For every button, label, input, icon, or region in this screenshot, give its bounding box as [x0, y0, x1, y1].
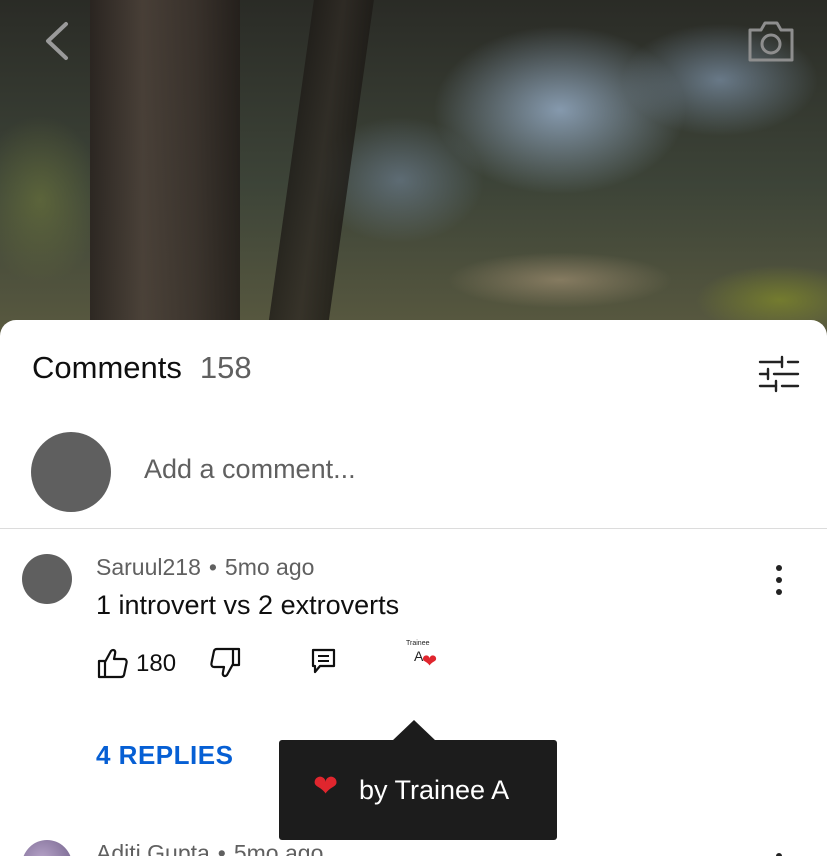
- creator-heart-badge[interactable]: Trainee A ❤: [404, 640, 448, 680]
- current-user-avatar: [31, 432, 111, 512]
- more-vertical-icon: [776, 565, 782, 595]
- comments-count: 158: [199, 350, 252, 385]
- comment-author-avatar[interactable]: [22, 840, 72, 856]
- add-comment-input[interactable]: Add a comment...: [144, 454, 356, 485]
- heart-icon: ❤: [422, 651, 438, 671]
- comment-author[interactable]: Saruul218: [96, 554, 201, 580]
- comment-more-button[interactable]: [764, 560, 794, 600]
- comment-author[interactable]: Aditi Gupta: [96, 840, 210, 856]
- comment-more-button[interactable]: [764, 848, 794, 856]
- video-player[interactable]: [0, 0, 827, 340]
- tooltip-text: by Trainee A: [359, 775, 510, 805]
- add-comment-row: Add a comment...: [0, 432, 827, 529]
- comment-meta: Aditi Gupta • 5mo ago: [96, 840, 323, 856]
- camera-button[interactable]: [744, 18, 798, 64]
- comment-text: 1 introvert vs 2 extroverts: [96, 590, 400, 620]
- comment-item: Aditi Gupta • 5mo ago: [0, 840, 827, 856]
- creator-badge-label: Trainee: [406, 640, 430, 647]
- reply-comment-icon: [311, 648, 336, 674]
- thumbs-down-icon: [210, 647, 241, 678]
- chevron-left-icon: [46, 22, 68, 60]
- sliders-icon: [758, 355, 800, 393]
- comment-time: 5mo ago: [224, 554, 315, 580]
- comments-title: Comments: [32, 350, 182, 385]
- dislike-button[interactable]: [208, 646, 242, 680]
- meta-separator: •: [217, 840, 226, 856]
- comments-header: Comments 158: [32, 350, 252, 400]
- comment-meta: Saruul218 • 5mo ago: [96, 554, 314, 581]
- back-button[interactable]: [36, 14, 80, 68]
- video-frame-branch: [266, 0, 374, 340]
- video-frame-tree-trunk: [90, 0, 240, 340]
- reply-button[interactable]: [310, 646, 338, 676]
- camera-icon: [748, 21, 794, 62]
- like-button[interactable]: [96, 646, 130, 680]
- tooltip-arrow: [392, 720, 436, 741]
- like-count: 180: [136, 650, 177, 677]
- view-replies-button[interactable]: 4 REPLIES: [96, 740, 233, 771]
- comment-actions: 180 Trainee A ❤: [96, 640, 476, 690]
- meta-separator: •: [208, 554, 217, 580]
- comment-time: 5mo ago: [233, 840, 324, 856]
- comment-author-avatar[interactable]: [22, 554, 72, 604]
- filter-button[interactable]: [756, 354, 802, 394]
- more-vertical-icon: [776, 853, 782, 856]
- tooltip-heart-icon: ❤: [313, 770, 339, 803]
- heart-tooltip: ❤ by Trainee A: [279, 740, 557, 840]
- thumbs-up-icon: [97, 648, 128, 679]
